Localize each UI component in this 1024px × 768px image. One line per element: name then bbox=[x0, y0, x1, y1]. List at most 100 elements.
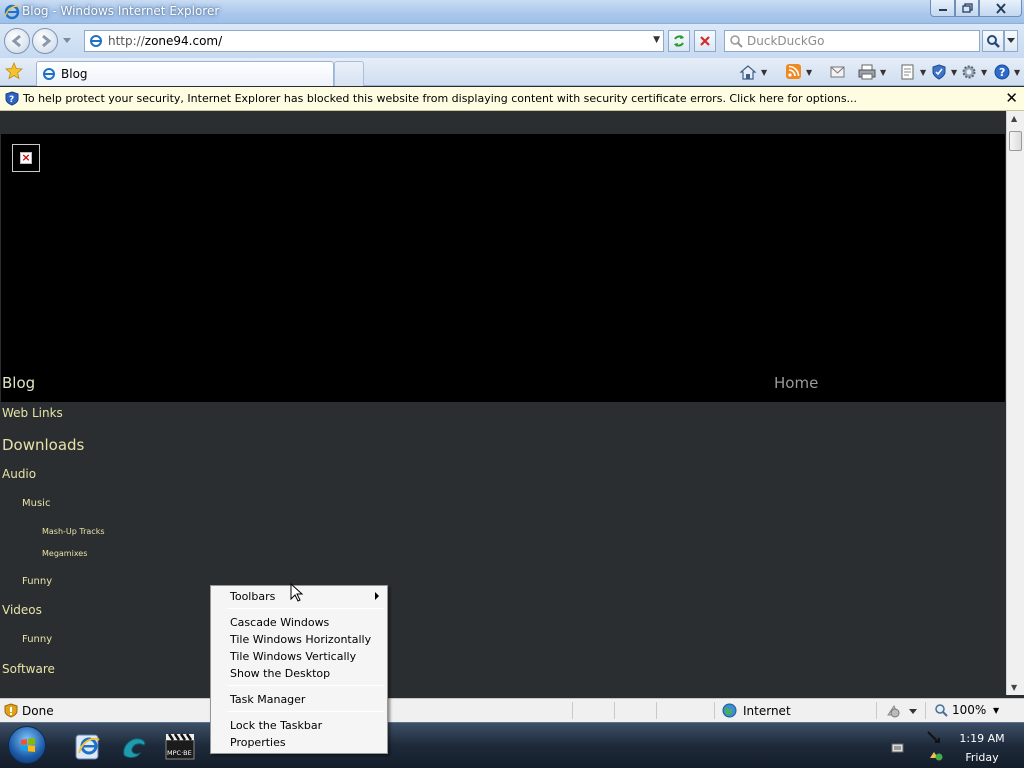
taskbar-internet-explorer[interactable] bbox=[68, 728, 108, 764]
security-zone-label: Internet bbox=[743, 703, 791, 718]
menu-item-tile-horizontally[interactable]: Tile Windows Horizontally bbox=[230, 633, 371, 646]
menu-separator bbox=[227, 685, 384, 686]
security-information-bar[interactable]: ? To help protect your security, Interne… bbox=[0, 87, 1024, 111]
forward-arrow-icon bbox=[42, 34, 52, 48]
feeds-button[interactable]: ▼ bbox=[786, 62, 812, 82]
taskbar-clock[interactable]: 1:19 AM Friday bbox=[948, 729, 1016, 767]
window-title: Blog - Windows Internet Explorer bbox=[22, 4, 220, 18]
print-button[interactable]: ▼ bbox=[858, 62, 886, 82]
network-icon[interactable] bbox=[926, 730, 942, 746]
window-title-bar: Blog - Windows Internet Explorer bbox=[0, 0, 1024, 24]
search-box[interactable]: DuckDuckGo bbox=[724, 30, 980, 52]
tools-dropdown-icon[interactable]: ▼ bbox=[981, 68, 987, 77]
read-mail-button[interactable] bbox=[830, 62, 846, 82]
status-divider bbox=[876, 702, 877, 719]
tab-blog[interactable]: Blog bbox=[36, 61, 334, 86]
help-dropdown-icon[interactable]: ▼ bbox=[1014, 68, 1020, 77]
help-icon: ? bbox=[994, 64, 1010, 80]
address-toolbar: http://zone94.com/ ▼ DuckDuckGo bbox=[0, 24, 1024, 58]
feeds-dropdown-icon[interactable]: ▼ bbox=[806, 68, 812, 77]
status-text: Done bbox=[22, 704, 54, 718]
menu-item-task-manager[interactable]: Task Manager bbox=[230, 693, 305, 706]
protected-mode-icon[interactable] bbox=[885, 703, 921, 718]
url-host: zone94.com/ bbox=[144, 34, 223, 48]
site-title[interactable]: Blog bbox=[2, 374, 35, 392]
help-menu-button[interactable]: ? ▼ bbox=[994, 62, 1020, 82]
nav-link-audio[interactable]: Audio bbox=[2, 467, 36, 481]
nav-link-downloads[interactable]: Downloads bbox=[2, 436, 84, 454]
restore-button[interactable] bbox=[955, 0, 979, 17]
windows-logo-icon bbox=[21, 738, 35, 752]
start-button[interactable] bbox=[8, 726, 46, 764]
taskbar-mpc-be[interactable]: MPC·BE bbox=[160, 728, 200, 764]
close-window-button[interactable] bbox=[979, 0, 1022, 17]
menu-item-toolbars[interactable]: Toolbars bbox=[230, 590, 275, 603]
search-options-button[interactable] bbox=[1004, 30, 1018, 52]
nav-link-software[interactable]: Software bbox=[2, 662, 55, 676]
clock-day: Friday bbox=[965, 751, 999, 764]
stop-button[interactable] bbox=[694, 30, 716, 52]
safety-dropdown-icon[interactable]: ▼ bbox=[951, 68, 957, 77]
menu-item-properties[interactable]: Properties bbox=[230, 736, 286, 749]
new-tab-button[interactable] bbox=[334, 61, 364, 86]
security-zone[interactable]: Internet bbox=[722, 703, 791, 718]
status-bar: Done Internet 100% ▼ bbox=[0, 698, 1024, 722]
printer-icon bbox=[858, 64, 876, 80]
zoom-level-button[interactable]: 100% bbox=[934, 703, 986, 717]
page-dropdown-icon[interactable]: ▼ bbox=[920, 68, 926, 77]
print-dropdown-icon[interactable]: ▼ bbox=[880, 68, 886, 77]
zoom-level: 100% bbox=[952, 703, 987, 717]
tools-menu-button[interactable]: ▼ bbox=[961, 62, 987, 82]
refresh-icon bbox=[674, 35, 684, 47]
nav-link-funny-audio[interactable]: Funny bbox=[22, 576, 52, 587]
nav-link-web-links[interactable]: Web Links bbox=[2, 406, 63, 420]
menu-item-tile-vertically[interactable]: Tile Windows Vertically bbox=[230, 650, 356, 663]
search-icon bbox=[987, 35, 1000, 48]
nav-link-music[interactable]: Music bbox=[22, 498, 50, 509]
home-icon bbox=[739, 65, 757, 80]
menu-item-show-desktop[interactable]: Show the Desktop bbox=[230, 667, 330, 680]
zoom-dropdown-icon[interactable]: ▼ bbox=[993, 706, 999, 715]
address-bar[interactable]: http://zone94.com/ ▼ bbox=[84, 30, 664, 52]
home-link[interactable]: Home bbox=[774, 374, 818, 392]
mpc-be-clapper-icon: MPC·BE bbox=[165, 733, 195, 760]
nav-link-funny-videos[interactable]: Funny bbox=[22, 634, 52, 645]
back-button[interactable] bbox=[4, 28, 30, 54]
refresh-button[interactable] bbox=[668, 30, 690, 52]
safety-menu-button[interactable]: ▼ bbox=[931, 62, 957, 82]
stop-icon bbox=[700, 36, 710, 46]
scroll-down-arrow-icon[interactable]: ▼ bbox=[1011, 683, 1017, 692]
scroll-up-arrow-icon[interactable]: ▲ bbox=[1011, 114, 1017, 123]
minimize-icon bbox=[938, 9, 947, 11]
minimize-button[interactable] bbox=[930, 0, 955, 17]
forward-button[interactable] bbox=[32, 28, 58, 54]
nav-link-megamixes[interactable]: Megamixes bbox=[42, 549, 87, 558]
menu-item-cascade-windows[interactable]: Cascade Windows bbox=[230, 616, 329, 629]
home-dropdown-icon[interactable]: ▼ bbox=[761, 68, 767, 77]
infobar-close-icon[interactable]: ✕ bbox=[1005, 89, 1018, 107]
chevron-down-icon bbox=[1007, 38, 1015, 43]
recent-pages-dropdown-icon[interactable] bbox=[62, 37, 72, 45]
page-menu-icon bbox=[901, 64, 914, 80]
address-dropdown-icon[interactable]: ▼ bbox=[653, 35, 660, 45]
search-button[interactable] bbox=[982, 30, 1004, 52]
page-menu-button[interactable]: ▼ bbox=[900, 62, 926, 82]
page-content: × Blog Home Web Links Downloads Audio Mu… bbox=[0, 111, 1006, 695]
favorites-star-icon[interactable] bbox=[5, 62, 23, 80]
menu-item-lock-taskbar[interactable]: Lock the Taskbar bbox=[230, 719, 322, 732]
network-status-icon[interactable] bbox=[928, 748, 944, 762]
taskbar[interactable]: MPC·BE 1:19 AM Friday bbox=[0, 722, 1024, 768]
vertical-scrollbar[interactable]: ▲ ▼ bbox=[1006, 111, 1024, 695]
taskbar-kali-dragon[interactable] bbox=[114, 728, 154, 764]
safety-shield-icon bbox=[932, 64, 946, 80]
infobar-message[interactable]: To help protect your security, Internet … bbox=[23, 92, 857, 105]
nav-link-videos[interactable]: Videos bbox=[2, 603, 42, 617]
status-divider bbox=[714, 702, 715, 719]
home-button[interactable]: ▼ bbox=[739, 62, 767, 82]
keyboard-language-icon[interactable] bbox=[891, 742, 905, 754]
address-url[interactable]: http://zone94.com/ bbox=[108, 34, 222, 48]
nav-link-mashup-tracks[interactable]: Mash-Up Tracks bbox=[42, 527, 105, 536]
broken-image-icon: × bbox=[12, 144, 40, 172]
mouse-cursor-icon bbox=[290, 583, 304, 602]
scrollbar-thumb[interactable] bbox=[1009, 131, 1022, 151]
